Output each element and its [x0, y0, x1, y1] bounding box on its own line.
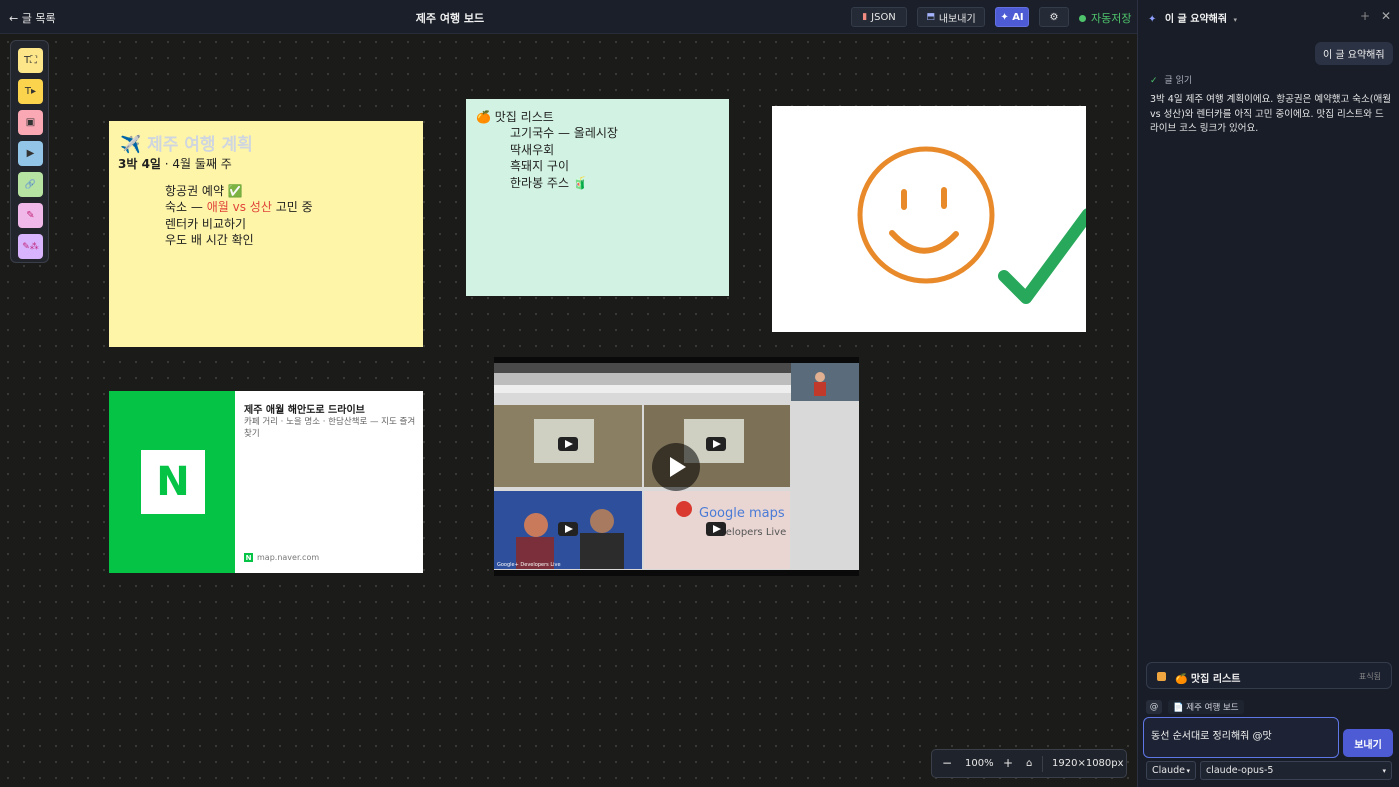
- note-line: 우도 배 시간 확인: [165, 233, 254, 247]
- naver-logo-icon: N: [141, 450, 205, 514]
- board-title: 제주 여행 보드: [415, 12, 485, 25]
- zoom-controls: − 100% + ⌂ 1920×1080px: [931, 749, 1127, 778]
- chat-title-dropdown[interactable]: ✦ 이 글 요약해줘 ▾: [1148, 10, 1237, 25]
- chevron-down-icon: ▾: [1186, 766, 1190, 775]
- divider: [1042, 756, 1043, 772]
- naver-logo-panel: N: [109, 391, 235, 573]
- context-hint: 표식됨: [1358, 672, 1381, 681]
- new-chat-button[interactable]: +: [1360, 9, 1370, 23]
- video-icon: ▶: [26, 148, 35, 159]
- top-bar: ← 글 목록 제주 여행 보드 ▮ JSON ⬒ 내보내기 ✦ AI ⚙ 자동저…: [0, 0, 1137, 34]
- list-item: 한라봉 주스 🧃: [510, 176, 588, 190]
- ai-toggle-button[interactable]: ✦ AI: [995, 7, 1029, 27]
- document-icon: ▮: [862, 12, 868, 22]
- note-line: 렌터카 비교하기: [165, 217, 247, 231]
- link-tool[interactable]: 🔗: [18, 172, 43, 197]
- zoom-level: 100%: [965, 758, 994, 769]
- video-caption-gdl: Google+ Developers Live: [497, 562, 561, 568]
- note-title: 🍊 맛집 리스트: [476, 110, 554, 124]
- note-color-icon: [1157, 672, 1166, 681]
- check-icon: ✓: [1150, 76, 1158, 86]
- send-button[interactable]: 보내기: [1343, 729, 1393, 757]
- drawing-card[interactable]: [772, 106, 1086, 332]
- note-line: 항공권 예약 ✅: [165, 184, 243, 198]
- text-box-tool[interactable]: T⛶: [18, 48, 43, 73]
- note-line: 숙소 — 애월 vs 성산 고민 중: [165, 200, 313, 214]
- link-icon: 🔗: [24, 179, 37, 190]
- zoom-out-button[interactable]: −: [942, 756, 952, 770]
- list-item: 딱새우회: [510, 143, 555, 157]
- text-add-tool[interactable]: T▸: [18, 79, 43, 104]
- pen-tool[interactable]: ✎: [18, 203, 43, 228]
- sticky-note-restaurants[interactable]: 🍊 맛집 리스트 고기국수 — 올레시장 딱새우회 흑돼지 구이 한라봉 주스 …: [466, 99, 729, 296]
- export-button[interactable]: ⬒ 내보내기: [917, 7, 985, 27]
- chevron-down-icon: ▾: [1382, 766, 1386, 775]
- chat-input[interactable]: 동선 순서대로 정리해줘 @맛: [1143, 717, 1339, 758]
- pen-icon: ✎: [26, 210, 35, 221]
- user-message: 이 글 요약해줘: [1315, 42, 1393, 65]
- home-icon[interactable]: ⌂: [1026, 758, 1032, 769]
- sticky-note-travel-plan[interactable]: ✈️ 제주 여행 계획 3박 4일 · 4월 둘째 주 항공권 예약 ✅ 숙소 …: [109, 121, 423, 347]
- video-embed-card[interactable]: Google maps Developers Live Google+ Deve…: [494, 357, 859, 576]
- json-button[interactable]: ▮ JSON: [851, 7, 907, 27]
- autosave-status: 자동저장: [1079, 10, 1131, 26]
- video-thumbnail: Google maps Developers Live Google+ Deve…: [494, 363, 859, 570]
- provider-select[interactable]: Claude ▾: [1146, 761, 1196, 780]
- link-title: 제주 애월 해안도로 드라이브: [244, 405, 365, 416]
- note-title: ✈️ 제주 여행 계획: [120, 135, 253, 155]
- magic-pen-tool[interactable]: ✎⁂: [18, 234, 43, 259]
- settings-button[interactable]: ⚙: [1039, 7, 1069, 27]
- video-tool[interactable]: ▶: [18, 141, 43, 166]
- mention-row: @ 📄 제주 여행 보드: [1146, 700, 1244, 714]
- canvas-size: 1920×1080px: [1052, 758, 1124, 769]
- assistant-message: 3박 4일 제주 여행 계획이에요. 항공권은 예약했고 숙소(애월 vs 성산…: [1150, 94, 1391, 134]
- link-description: 카페 거리 · 노을 명소 · 한담산책로 — 지도 즐겨찾기: [244, 417, 416, 439]
- attached-board-chip[interactable]: 📄 제주 여행 보드: [1168, 700, 1244, 714]
- gear-icon: ⚙: [1049, 11, 1059, 23]
- ai-chat-panel: ✦ 이 글 요약해줘 ▾ + ✕ 이 글 요약해줘 ✓ 글 읽기 3박 4일 제…: [1137, 0, 1399, 787]
- naver-favicon-icon: N: [244, 553, 253, 562]
- magic-pen-icon: ✎⁂: [22, 241, 39, 252]
- link-domain: N map.naver.com: [244, 553, 320, 562]
- zoom-in-button[interactable]: +: [1003, 756, 1013, 770]
- text-box-icon: T⛶: [23, 55, 38, 66]
- image-tool[interactable]: ▣: [18, 110, 43, 135]
- text-add-icon: T▸: [24, 86, 37, 97]
- sparkle-icon: ✦: [1148, 14, 1157, 25]
- tool-palette: T⛶ T▸ ▣ ▶ 🔗 ✎ ✎⁂: [10, 40, 49, 263]
- link-preview-card[interactable]: N 제주 애월 해안도로 드라이브 카페 거리 · 노을 명소 · 한담산책로 …: [109, 391, 423, 573]
- chevron-down-icon: ▾: [1233, 16, 1238, 24]
- context-note-card[interactable]: 🍊 맛집 리스트 표식됨: [1146, 662, 1392, 689]
- export-icon: ⬒: [926, 12, 935, 22]
- video-caption-maps: Google maps: [699, 506, 785, 521]
- close-icon[interactable]: ✕: [1381, 9, 1391, 23]
- status-dot-icon: [1079, 14, 1086, 22]
- list-item: 고기국수 — 올레시장: [510, 126, 618, 140]
- note-subtitle: 3박 4일 · 4월 둘째 주: [118, 157, 232, 171]
- tool-call-read[interactable]: ✓ 글 읽기: [1150, 73, 1192, 86]
- model-select[interactable]: claude-opus-5 ▾: [1200, 761, 1392, 780]
- mention-button[interactable]: @: [1146, 700, 1162, 714]
- smiley-check-drawing: [857, 146, 1086, 304]
- list-item: 흑돼지 구이: [510, 159, 570, 173]
- image-icon: ▣: [25, 117, 36, 128]
